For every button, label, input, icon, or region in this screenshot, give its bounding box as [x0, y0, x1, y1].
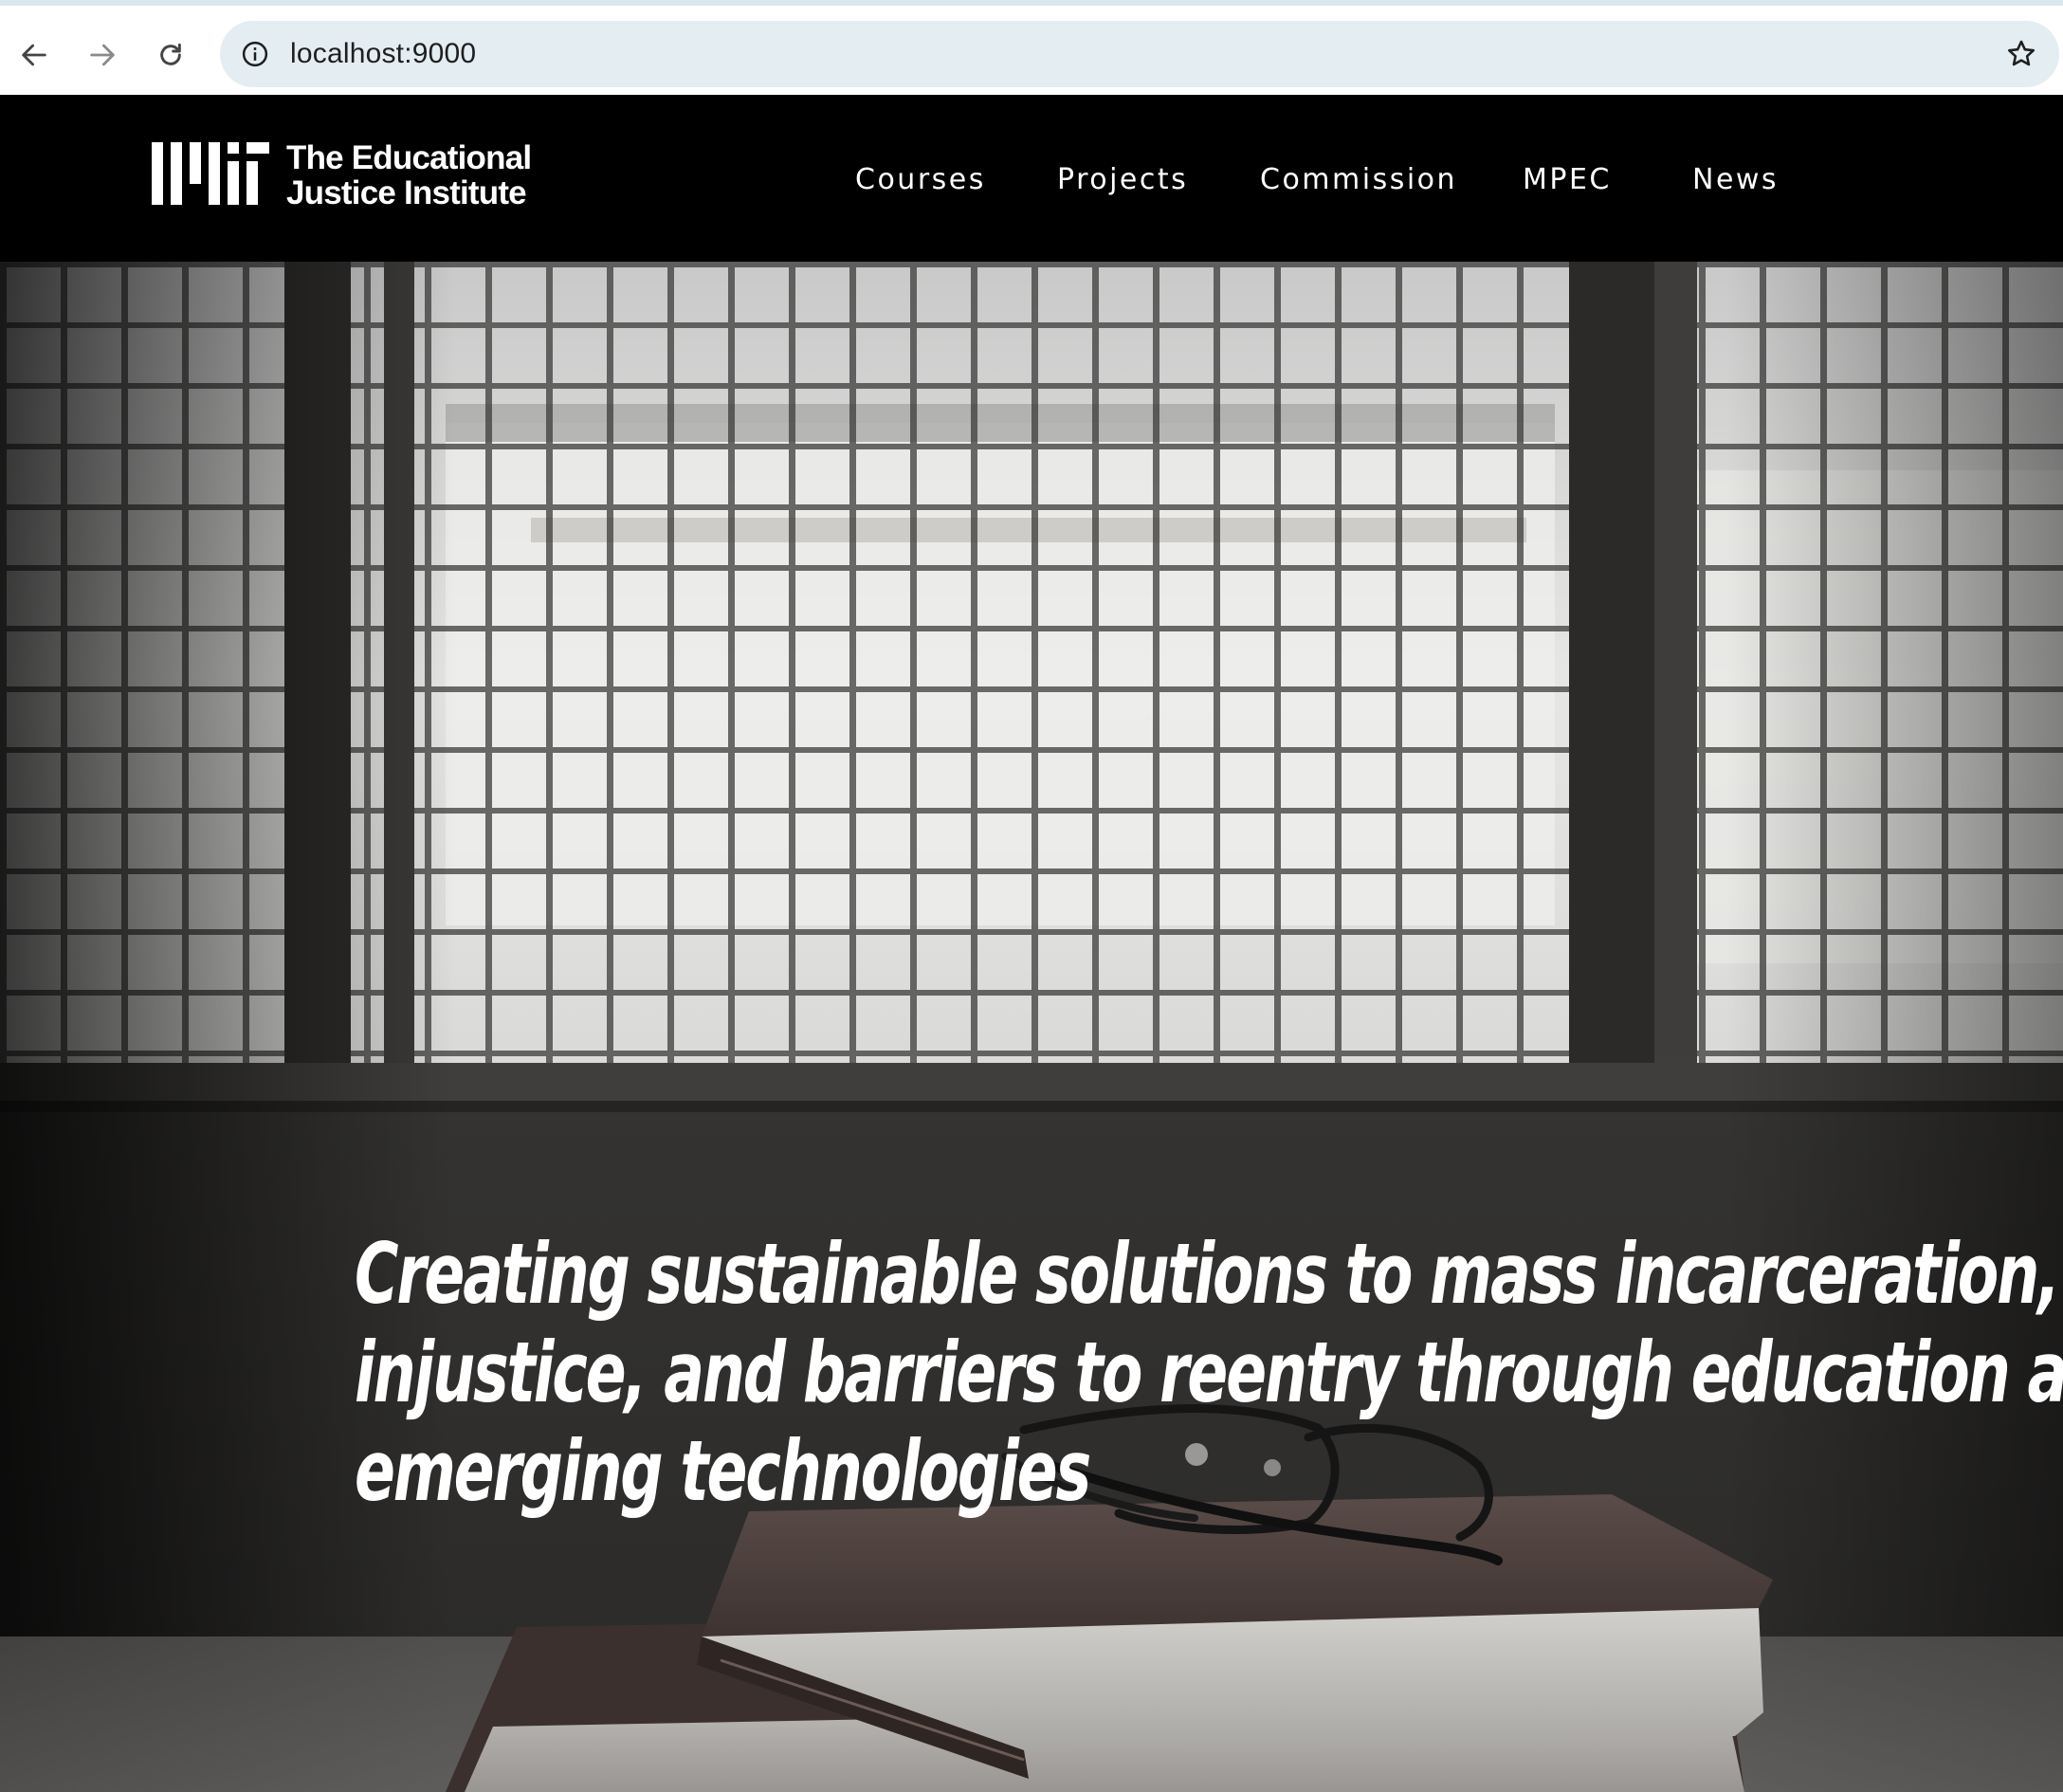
main-nav: Courses Projects Commission MPEC News — [0, 161, 2063, 199]
nav-link-courses[interactable]: Courses — [855, 161, 986, 199]
hero-section: Creating sustainable solutions to mass i… — [0, 262, 2063, 1792]
forward-button[interactable] — [78, 30, 127, 80]
nav-link-news[interactable]: News — [1692, 161, 1779, 199]
hero-background-image — [0, 262, 2063, 1792]
back-button[interactable] — [9, 30, 59, 80]
nav-link-mpec[interactable]: MPEC — [1523, 161, 1612, 199]
nav-link-commission[interactable]: Commission — [1260, 161, 1457, 199]
hero-title-line-1: Creating sustainable solutions to mass i… — [355, 1225, 2063, 1323]
hero-title-line-3: emerging technologies — [355, 1422, 1091, 1520]
reload-button[interactable] — [146, 30, 195, 80]
arrow-left-icon — [22, 44, 46, 66]
url-text[interactable]: localhost:9000 — [290, 38, 476, 70]
info-icon — [242, 41, 268, 67]
browser-toolbar: localhost:9000 — [0, 0, 2063, 95]
star-icon — [2007, 40, 2036, 66]
hero-title-line-2: injustice, and barriers to reentry throu… — [355, 1324, 2063, 1421]
reload-icon — [160, 43, 181, 65]
site-info-button[interactable] — [231, 30, 279, 78]
bookmark-button[interactable] — [1999, 31, 2044, 77]
arrow-right-icon — [90, 44, 115, 66]
hero-title: Creating sustainable solutions to mass i… — [355, 1225, 2063, 1521]
site-header: The Educational Justice Institute Course… — [0, 95, 2063, 262]
address-bar[interactable]: localhost:9000 — [220, 21, 2059, 87]
nav-link-projects[interactable]: Projects — [1057, 161, 1188, 199]
